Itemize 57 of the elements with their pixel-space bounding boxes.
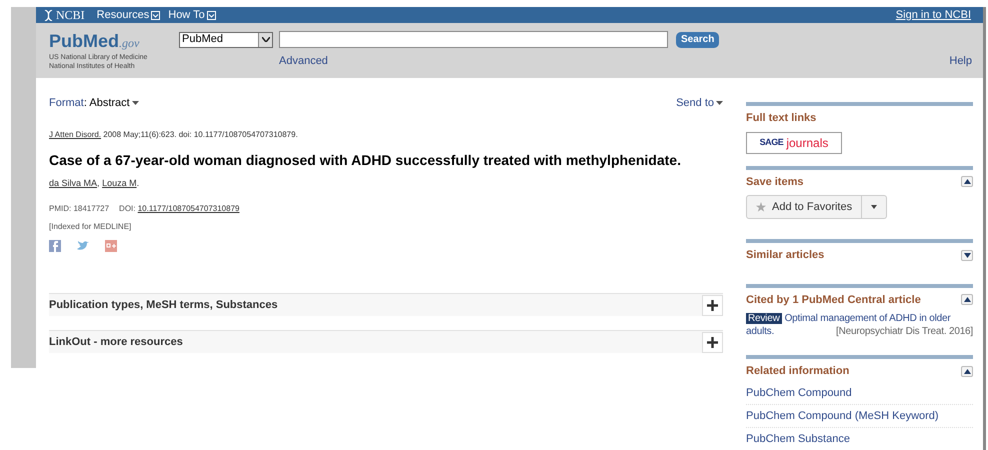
collapse-toggle[interactable] bbox=[961, 294, 973, 306]
facebook-icon[interactable] bbox=[49, 240, 61, 252]
advanced-link[interactable]: Advanced bbox=[279, 53, 720, 70]
plus-icon bbox=[707, 336, 718, 348]
section-title: Full text links bbox=[746, 111, 816, 126]
author-link[interactable]: da Silva MA bbox=[49, 178, 98, 188]
search-button[interactable]: Search bbox=[676, 32, 720, 48]
sign-in-link[interactable]: Sign in to NCBI bbox=[896, 6, 971, 24]
database-select[interactable]: PubMed bbox=[179, 32, 273, 48]
related-link[interactable]: PubChem Substance bbox=[746, 428, 973, 450]
expand-toggle[interactable] bbox=[961, 250, 973, 261]
expand-toggle[interactable] bbox=[702, 332, 723, 352]
collapse-toggle[interactable] bbox=[961, 176, 973, 188]
indexed-note: [Indexed for MEDLINE] bbox=[49, 221, 132, 233]
expand-toggle[interactable] bbox=[702, 294, 723, 316]
citation-text: 2008 May;11(6):623. doi: 10.1177/1087054707310879. bbox=[103, 130, 298, 138]
doi-link[interactable]: 10.1177/1087054707310879 bbox=[138, 204, 240, 213]
separator: , bbox=[97, 178, 101, 188]
section-title[interactable]: Similar articles bbox=[746, 247, 824, 264]
up-triangle-icon bbox=[964, 297, 970, 302]
doi-label: DOI: 10.1177/1087054707310879 bbox=[119, 203, 240, 215]
star-icon bbox=[756, 202, 766, 212]
pmid-text: PMID: 18417727 bbox=[49, 203, 110, 215]
publisher-link[interactable]: SAGE journals bbox=[746, 132, 842, 154]
cited-article[interactable]: Review Optimal management of ADHD in older adults. [Neuropsychiatr Dis Treat. 2016] bbox=[746, 312, 973, 338]
caret-icon bbox=[871, 205, 878, 209]
chevron-icon bbox=[206, 10, 216, 20]
separator: . bbox=[136, 178, 140, 188]
related-link[interactable]: PubChem Compound (MeSH Keyword) bbox=[746, 404, 973, 428]
author-link[interactable]: Louza M bbox=[102, 178, 137, 188]
send-to-menu[interactable]: Send to bbox=[676, 95, 723, 112]
menu-link[interactable]: How To bbox=[168, 6, 216, 24]
section-title[interactable]: Cited by 1 PubMed Central article bbox=[746, 292, 921, 308]
accordion-header[interactable]: Publication types, MeSH terms, Substances bbox=[49, 293, 723, 316]
collapse-toggle[interactable] bbox=[961, 366, 973, 377]
pubmed-logo[interactable]: PubMed.gov bbox=[49, 31, 179, 53]
dna-icon bbox=[44, 10, 53, 20]
caret-icon bbox=[716, 101, 723, 106]
chevron-icon bbox=[151, 10, 160, 20]
section-title[interactable]: Save items bbox=[746, 174, 804, 190]
plus-icon bbox=[707, 300, 718, 310]
up-triangle-icon bbox=[964, 179, 970, 184]
section-title[interactable]: Related information bbox=[746, 363, 850, 380]
accordion-header[interactable]: LinkOut - more resources bbox=[49, 330, 723, 353]
search-field[interactable] bbox=[279, 31, 668, 48]
menu-link[interactable]: Resources bbox=[96, 6, 160, 24]
journal-link[interactable]: J Atten Disord. bbox=[49, 130, 102, 138]
ncbi-logo[interactable]: NCBI bbox=[56, 6, 85, 24]
up-triangle-icon bbox=[964, 368, 970, 374]
caret-icon bbox=[262, 37, 270, 42]
article-title: Case of a 67-year-old woman diagnosed with ADHD successfully treated with methylphenidate. bbox=[49, 150, 682, 170]
related-link[interactable]: PubChem Compound bbox=[746, 382, 973, 404]
add-to-favorites-button[interactable]: Add to Favorites bbox=[746, 195, 862, 219]
down-triangle-icon bbox=[964, 252, 970, 258]
caret-icon bbox=[132, 101, 139, 106]
help-link[interactable]: Help bbox=[949, 53, 972, 78]
format-menu[interactable]: Format: Abstract bbox=[49, 95, 139, 112]
